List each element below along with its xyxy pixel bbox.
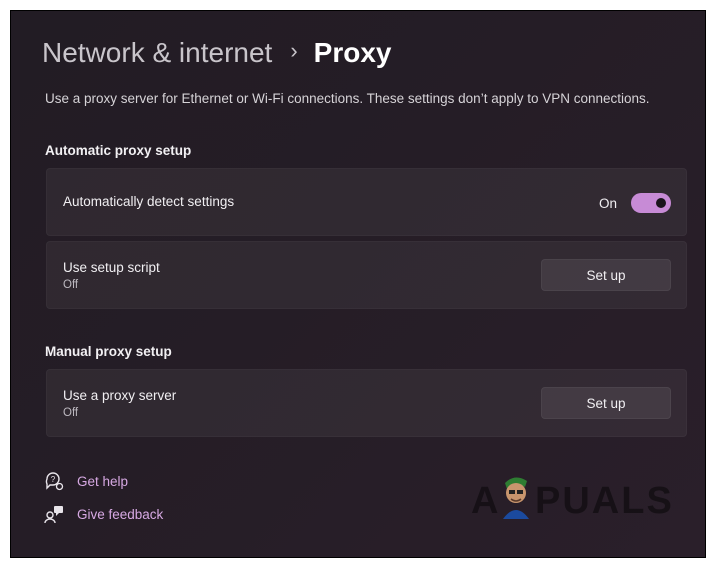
proxy-server-button[interactable]: Set up	[541, 387, 671, 419]
feedback-icon	[44, 504, 64, 524]
auto-detect-toggle[interactable]	[631, 193, 671, 213]
help-icon: ?	[44, 471, 64, 491]
breadcrumb: Network & internet › Proxy	[42, 35, 391, 71]
get-help-link[interactable]: ? Get help	[44, 471, 128, 491]
svg-text:A: A	[471, 480, 500, 521]
watermark-logo: A PUALS	[471, 473, 681, 530]
proxy-server-status: Off	[63, 407, 79, 419]
give-feedback-link[interactable]: Give feedback	[44, 504, 163, 524]
settings-window: Network & internet › Proxy Use a proxy s…	[10, 10, 706, 558]
svg-text:PUALS: PUALS	[535, 480, 674, 521]
chevron-right-icon: ›	[290, 38, 298, 63]
auto-detect-toggle-group: On	[599, 193, 671, 213]
auto-detect-card: Automatically detect settings On	[46, 168, 687, 236]
toggle-knob	[656, 198, 666, 208]
give-feedback-label: Give feedback	[77, 506, 164, 522]
page-description: Use a proxy server for Ethernet or Wi-Fi…	[45, 91, 650, 106]
section-title-automatic: Automatic proxy setup	[45, 143, 192, 158]
auto-detect-label: Automatically detect settings	[63, 194, 235, 209]
proxy-server-card: Use a proxy server Off Set up	[46, 369, 687, 437]
page-title: Proxy	[313, 37, 392, 68]
section-title-manual: Manual proxy setup	[45, 344, 172, 359]
get-help-label: Get help	[77, 473, 129, 489]
setup-script-card: Use setup script Off Set up	[46, 241, 687, 309]
proxy-server-label: Use a proxy server	[63, 388, 177, 403]
breadcrumb-parent[interactable]: Network & internet	[42, 35, 272, 71]
svg-text:?: ?	[51, 475, 56, 484]
setup-script-button[interactable]: Set up	[541, 259, 671, 291]
auto-detect-state: On	[598, 195, 617, 211]
setup-script-label: Use setup script	[63, 260, 160, 275]
setup-script-status: Off	[63, 279, 79, 291]
